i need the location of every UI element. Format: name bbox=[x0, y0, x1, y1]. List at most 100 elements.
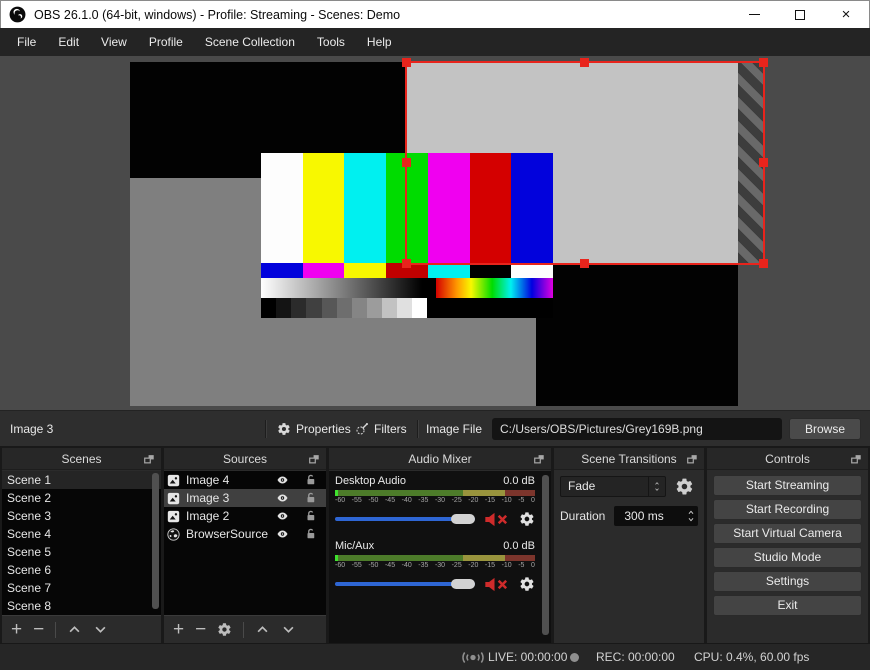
image-source-icon bbox=[167, 510, 180, 523]
menu-tools[interactable]: Tools bbox=[306, 28, 356, 56]
slider-thumb[interactable] bbox=[451, 579, 475, 589]
popout-icon[interactable] bbox=[533, 453, 545, 465]
lock-icon[interactable] bbox=[305, 474, 317, 486]
move-source-down-button[interactable] bbox=[281, 622, 296, 637]
meter-tick-label: -55 bbox=[351, 497, 362, 504]
menu-profile[interactable]: Profile bbox=[138, 28, 194, 56]
properties-button[interactable]: Properties bbox=[277, 411, 351, 447]
duration-spinbox[interactable]: 300 ms bbox=[614, 506, 698, 526]
source-properties-gear-icon[interactable] bbox=[217, 622, 232, 637]
scenes-scrollbar[interactable] bbox=[152, 473, 159, 609]
settings-button[interactable]: Settings bbox=[713, 571, 862, 592]
visibility-eye-icon[interactable] bbox=[275, 492, 290, 504]
scene-item[interactable]: Scene 8 bbox=[2, 597, 161, 615]
selection-handle-top-middle[interactable] bbox=[580, 58, 589, 67]
scene-item[interactable]: Scene 7 bbox=[2, 579, 161, 597]
scene-item[interactable]: Scene 5 bbox=[2, 543, 161, 561]
popout-icon[interactable] bbox=[308, 453, 320, 465]
visibility-eye-icon[interactable] bbox=[275, 528, 290, 540]
start-streaming-button[interactable]: Start Streaming bbox=[713, 475, 862, 496]
transition-select[interactable]: Fade bbox=[560, 476, 666, 497]
selection-handle-top-left[interactable] bbox=[402, 58, 411, 67]
visibility-eye-icon[interactable] bbox=[275, 510, 290, 522]
source-item[interactable]: Image 2 bbox=[164, 507, 326, 525]
maximize-icon bbox=[795, 9, 805, 20]
selection-handle-middle-right[interactable] bbox=[759, 158, 768, 167]
popout-icon[interactable] bbox=[143, 453, 155, 465]
sources-header[interactable]: Sources bbox=[164, 448, 326, 470]
channel-gear-icon[interactable] bbox=[519, 576, 535, 592]
selection-handle-bottom-middle[interactable] bbox=[580, 259, 589, 268]
scenes-header[interactable]: Scenes bbox=[2, 448, 161, 470]
scene-item[interactable]: Scene 3 bbox=[2, 507, 161, 525]
move-scene-up-button[interactable] bbox=[67, 622, 82, 637]
popout-icon[interactable] bbox=[850, 453, 862, 465]
selection-handle-bottom-right[interactable] bbox=[759, 259, 768, 268]
spin-down-icon[interactable] bbox=[686, 516, 696, 523]
scene-item[interactable]: Scene 1 bbox=[2, 471, 161, 489]
add-scene-button[interactable]: + bbox=[11, 620, 22, 639]
meter-tick-label: -35 bbox=[418, 562, 429, 569]
menu-view[interactable]: View bbox=[90, 28, 138, 56]
mute-speaker-icon[interactable] bbox=[482, 512, 512, 527]
lock-icon[interactable] bbox=[305, 492, 317, 504]
add-source-button[interactable]: + bbox=[173, 620, 184, 639]
scene-transitions-header[interactable]: Scene Transitions bbox=[554, 448, 704, 470]
selection-bounding-box[interactable] bbox=[402, 58, 768, 268]
preview-canvas[interactable] bbox=[0, 56, 870, 410]
channel-name: Mic/Aux bbox=[335, 540, 375, 552]
selection-handle-middle-left[interactable] bbox=[402, 158, 411, 167]
close-button[interactable]: × bbox=[823, 1, 869, 28]
menu-scene-collection[interactable]: Scene Collection bbox=[194, 28, 306, 56]
image-file-input[interactable]: C:/Users/OBS/Pictures/Grey169B.png bbox=[492, 418, 782, 440]
controls-header[interactable]: Controls bbox=[707, 448, 868, 470]
meter-tick-label: -60 bbox=[335, 562, 346, 569]
audio-mixer-header[interactable]: Audio Mixer bbox=[329, 448, 551, 470]
remove-source-button[interactable]: − bbox=[195, 620, 206, 639]
scene-item[interactable]: Scene 6 bbox=[2, 561, 161, 579]
pattern-color-cell bbox=[412, 298, 428, 318]
source-item[interactable]: BrowserSource bbox=[164, 525, 326, 543]
meter-tick-label: -45 bbox=[384, 497, 396, 504]
audio-mixer-panel: Audio Mixer Desktop Audio 0.0 dB -60 -55-… bbox=[329, 448, 551, 643]
remove-scene-button[interactable]: − bbox=[33, 620, 44, 639]
browse-button[interactable]: Browse bbox=[789, 418, 861, 440]
visibility-eye-icon[interactable] bbox=[275, 474, 290, 486]
popout-icon[interactable] bbox=[686, 453, 698, 465]
move-scene-down-button[interactable] bbox=[93, 622, 108, 637]
start-recording-button[interactable]: Start Recording bbox=[713, 499, 862, 520]
mixer-scrollbar[interactable] bbox=[542, 475, 549, 635]
controls-body: Start Streaming Start Recording Start Vi… bbox=[707, 470, 868, 616]
meter-tick-label: -10 bbox=[501, 562, 512, 569]
lock-icon[interactable] bbox=[305, 510, 317, 522]
grayscale-gradient bbox=[261, 278, 437, 298]
maximize-button[interactable] bbox=[777, 1, 823, 28]
menu-file[interactable]: File bbox=[6, 28, 47, 56]
meter-tick-labels: -60 -55 -50 -45 -40 -35 -30 -25 -20 -15 -10 -5 0 bbox=[335, 497, 535, 506]
volume-slider[interactable] bbox=[335, 578, 475, 590]
start-virtual-camera-button[interactable]: Start Virtual Camera bbox=[713, 523, 862, 544]
canvas-source-black-bottom-right[interactable] bbox=[536, 265, 738, 406]
spin-up-icon[interactable] bbox=[686, 509, 696, 516]
source-name: BrowserSource bbox=[186, 527, 269, 541]
exit-button[interactable]: Exit bbox=[713, 595, 862, 616]
mute-speaker-icon[interactable] bbox=[482, 577, 512, 592]
lock-icon[interactable] bbox=[305, 528, 317, 540]
filters-button[interactable]: Filters bbox=[355, 411, 407, 447]
studio-mode-button[interactable]: Studio Mode bbox=[713, 547, 862, 568]
move-source-up-button[interactable] bbox=[255, 622, 270, 637]
source-item[interactable]: Image 4 bbox=[164, 471, 326, 489]
volume-slider[interactable] bbox=[335, 513, 475, 525]
transition-properties-gear-icon[interactable] bbox=[675, 477, 694, 496]
slider-thumb[interactable] bbox=[451, 514, 475, 524]
menu-edit[interactable]: Edit bbox=[47, 28, 90, 56]
minimize-button[interactable] bbox=[731, 1, 777, 28]
scene-item[interactable]: Scene 4 bbox=[2, 525, 161, 543]
channel-gear-icon[interactable] bbox=[519, 511, 535, 527]
source-item-selected[interactable]: Image 3 bbox=[164, 489, 326, 507]
selection-handle-bottom-left[interactable] bbox=[402, 259, 411, 268]
selection-handle-top-right[interactable] bbox=[759, 58, 768, 67]
menu-help[interactable]: Help bbox=[356, 28, 403, 56]
scene-item[interactable]: Scene 2 bbox=[2, 489, 161, 507]
menu-bar: File Edit View Profile Scene Collection … bbox=[0, 28, 870, 56]
